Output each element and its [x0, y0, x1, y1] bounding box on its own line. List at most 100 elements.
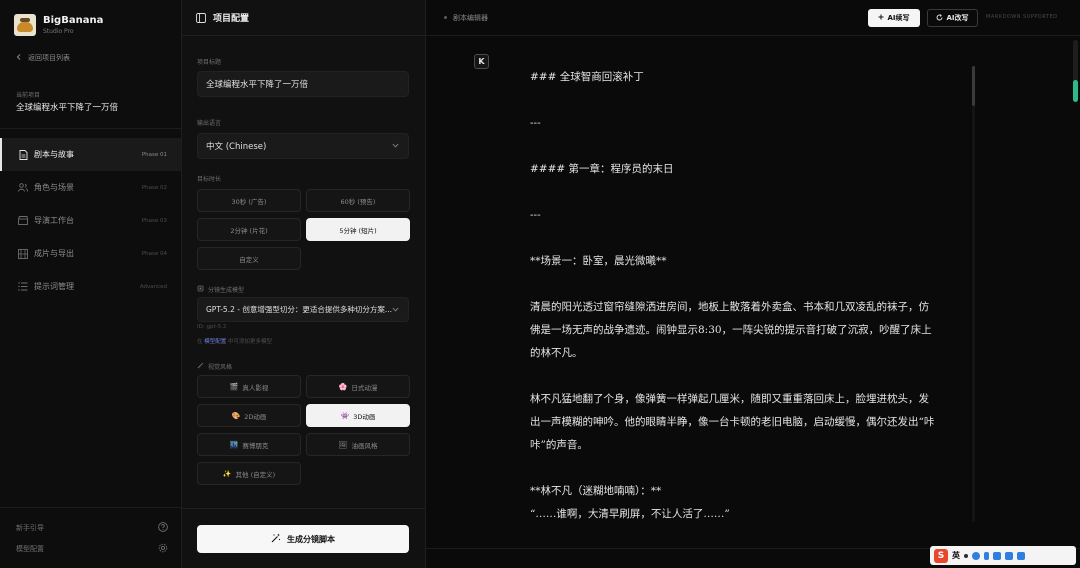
film-icon: [18, 248, 28, 259]
refresh-icon: [936, 13, 943, 23]
sidebar: BigBanana Studio Pro 返回项目列表 当前项目 全球编程水平下…: [0, 0, 182, 568]
style-3d[interactable]: 👾 3D动画: [306, 404, 410, 427]
ai-continue-button[interactable]: AI续写: [868, 9, 920, 27]
plus-icon: [878, 14, 884, 22]
sidebar-item-phase: Phase 02: [141, 184, 167, 191]
sidebar-item-script[interactable]: 剧本与故事 Phase 01: [0, 138, 181, 171]
ai-continue-label: AI续写: [887, 14, 910, 22]
config-header: 项目配置: [182, 0, 425, 36]
duration-option-2min[interactable]: 2分钟 (片花): [197, 218, 301, 241]
script-line: 的林不凡。: [530, 347, 583, 359]
chevron-down-icon: [392, 305, 399, 314]
onboarding-link[interactable]: 新手引导: [16, 522, 168, 534]
model-select[interactable]: GPT-5.2 - 创意增强型切分：更适合提供多种切分方案...: [197, 297, 409, 322]
divider: [0, 128, 181, 129]
brand-subtitle: Studio Pro: [43, 27, 74, 35]
current-project-label: 当前项目: [16, 92, 41, 99]
script-line: #### 第一章：程序员的末日: [530, 163, 674, 175]
chevron-left-icon: [16, 54, 22, 62]
style-label: 其他 (自定义): [235, 470, 276, 479]
microphone-icon[interactable]: [984, 551, 989, 560]
sidebar-item-director[interactable]: 导演工作台 Phase 03: [0, 204, 181, 237]
project-config-panel: 项目配置 项目标题 全球编程水平下降了一万倍 输出语言 中文 (Chinese)…: [182, 0, 426, 568]
duration-label: 目标时长: [197, 176, 222, 183]
config-title: 项目配置: [213, 14, 250, 24]
sidebar-item-label: 导演工作台: [34, 216, 74, 225]
duration-option-custom[interactable]: 自定义: [197, 247, 301, 270]
output-language-select[interactable]: 中文 (Chinese): [197, 133, 409, 159]
chevron-down-icon: [392, 141, 399, 151]
style-anime[interactable]: 🌸 日式动漫: [306, 375, 410, 398]
dot-icon: [444, 16, 447, 19]
k-badge-icon[interactable]: K: [474, 54, 489, 69]
model-hint-suffix: 中可添加更多模型: [228, 339, 273, 345]
style-label: 3D动画: [353, 412, 376, 421]
script-line: 出一声模糊的呻吟。他的眼睛半睁，像一台卡顿的老旧电脑，启动缓慢，偶尔还发出“咔: [530, 416, 935, 428]
divider: [182, 508, 426, 509]
script-line: 佛是一场无声的战争遗迹。闹钟显示8:30，一阵尖锐的提示音打破了沉寂，吵醒了床上: [530, 324, 932, 336]
script-line: ---: [530, 117, 541, 129]
sidebar-nav: 剧本与故事 Phase 01 角色与场景 Phase 02 导演工作台 Phas…: [0, 138, 181, 303]
keyboard-icon[interactable]: [993, 551, 1001, 560]
ime-mode[interactable]: 英: [952, 550, 960, 561]
model-config-link[interactable]: 模型配置: [16, 543, 168, 555]
visual-style-label-text: 视觉风格: [208, 364, 233, 371]
duration-option-60s[interactable]: 60秒 (预告): [306, 189, 410, 212]
style-custom[interactable]: ✨ 其他 (自定义): [197, 462, 301, 485]
sidebar-item-label: 剧本与故事: [34, 150, 74, 159]
grid-icon[interactable]: [1017, 551, 1025, 560]
style-label: 日式动漫: [351, 383, 378, 392]
output-language-label: 输出语言: [197, 120, 222, 127]
markdown-note: MARKDOWN SUPPORTED: [986, 14, 1058, 20]
model-config-link[interactable]: 模型配置: [204, 339, 226, 345]
generate-storyboard-button[interactable]: 生成分镜脚本: [197, 525, 409, 553]
shirt-icon[interactable]: [1005, 551, 1013, 560]
script-line: ### 全球智商回滚补丁: [530, 71, 644, 83]
emoji-icon[interactable]: [972, 551, 980, 560]
sidebar-item-prompts[interactable]: 提示词管理 Advanced: [0, 270, 181, 303]
blossom-icon: 🌸: [338, 382, 348, 391]
sidebar-item-characters[interactable]: 角色与场景 Phase 02: [0, 171, 181, 204]
back-to-projects-link[interactable]: 返回项目列表: [16, 53, 70, 63]
visual-style-label: 视觉风格: [197, 362, 232, 371]
sogou-logo-icon: S: [934, 548, 948, 563]
sidebar-item-export[interactable]: 成片与导出 Phase 04: [0, 237, 181, 270]
list-icon: [18, 282, 28, 292]
ai-rewrite-button[interactable]: AI改写: [927, 9, 978, 27]
script-content[interactable]: ### 全球智商回滚补丁 --- #### 第一章：程序员的末日 --- **场…: [530, 66, 970, 526]
ime-toolbar[interactable]: S 英: [930, 546, 1076, 565]
model-id: ID: gpt-5.2: [197, 324, 227, 330]
brand-name: BigBanana: [43, 14, 104, 26]
style-live-action[interactable]: 🎬 真人影视: [197, 375, 301, 398]
style-oil-painting[interactable]: 🖼 油画风格: [306, 433, 410, 456]
editor-scroll-thumb[interactable]: [972, 66, 975, 106]
project-title-input[interactable]: 全球编程水平下降了一万倍: [197, 71, 409, 97]
sidebar-item-label: 成片与导出: [34, 249, 74, 258]
dot-icon: [964, 553, 968, 558]
style-label: 油画风格: [351, 441, 378, 450]
sidebar-item-phase: Advanced: [139, 283, 167, 290]
editor-tab-label: 剧本编辑器: [453, 13, 488, 22]
onboarding-label: 新手引导: [16, 524, 44, 532]
divider: [0, 507, 181, 508]
script-line: 清晨的阳光透过窗帘缝隙洒进房间，地板上散落着外卖盒、书本和几双凌乱的袜子，仿: [530, 301, 929, 313]
style-label: 2D动画: [244, 412, 267, 421]
style-2d[interactable]: 🎨 2D动画: [197, 404, 301, 427]
wand-icon: [197, 362, 204, 371]
editor-scroll-track[interactable]: [972, 66, 975, 522]
sidebar-item-label: 提示词管理: [34, 282, 74, 291]
alien-monster-icon: 👾: [340, 411, 350, 420]
script-line: **场景一：卧室，晨光微曦**: [530, 255, 667, 267]
page-scroll-thumb[interactable]: [1073, 80, 1078, 102]
cpu-icon: [197, 285, 204, 294]
style-label: 真人影视: [242, 383, 269, 392]
city-night-icon: 🌃: [229, 440, 239, 449]
duration-option-30s[interactable]: 30秒 (广告): [197, 189, 301, 212]
ai-rewrite-label: AI改写: [946, 14, 969, 22]
logo: [14, 14, 36, 36]
duration-option-5min[interactable]: 5分钟 (短片): [306, 218, 410, 241]
sidebar-item-label: 角色与场景: [34, 183, 74, 192]
model-value: GPT-5.2 - 创意增强型切分：更适合提供多种切分方案...: [206, 305, 392, 314]
style-cyberpunk[interactable]: 🌃 赛博朋克: [197, 433, 301, 456]
current-project-name: 全球编程水平下降了一万倍: [16, 103, 119, 113]
